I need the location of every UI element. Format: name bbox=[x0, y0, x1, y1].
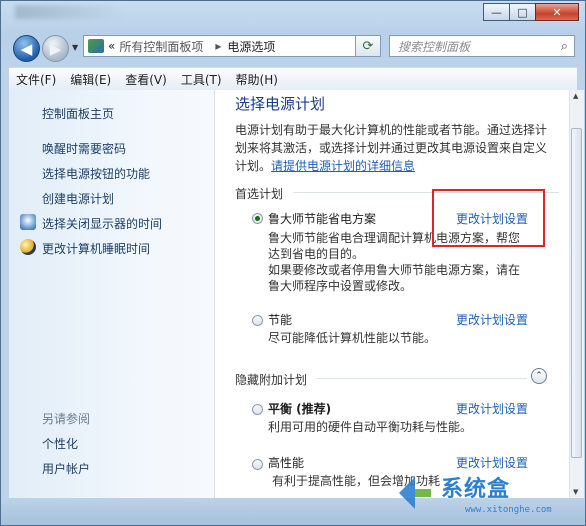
hidden-plans-header: 隐藏附加计划 bbox=[235, 371, 565, 388]
watermark: 系统盒 www.xitonghe.com bbox=[395, 467, 581, 521]
blurred-title bbox=[15, 5, 125, 19]
minimize-button[interactable]: — bbox=[483, 3, 510, 21]
plan-name-balanced: 平衡 (推荐) bbox=[268, 402, 332, 416]
breadcrumb-overflow[interactable]: « bbox=[108, 39, 115, 53]
see-also-heading: 另请参阅 bbox=[42, 412, 91, 426]
search-icon[interactable]: ⌕ bbox=[561, 39, 568, 54]
sidebar-home-link[interactable]: 控制面板主页 bbox=[42, 105, 114, 122]
breadcrumb-arrow-icon[interactable]: ▸ bbox=[215, 39, 221, 53]
group-label: 隐藏附加计划 bbox=[235, 373, 308, 387]
breadcrumb-item-all-items[interactable]: 所有控制面板项 bbox=[119, 38, 203, 55]
refresh-button[interactable]: ⟳ bbox=[355, 35, 381, 57]
history-dropdown-icon[interactable]: ▼ bbox=[72, 43, 78, 52]
back-button[interactable]: ◀ bbox=[13, 35, 40, 62]
address-bar[interactable]: « 所有控制面板项 ▸ 电源选项 ▼ bbox=[83, 35, 381, 57]
navigation-bar: ◀ ▶ ▼ « 所有控制面板项 ▸ 电源选项 ▼ ⟳ 搜索控制面板 ⌕ bbox=[9, 33, 581, 63]
plan-radio-balanced[interactable] bbox=[252, 404, 263, 415]
watermark-url: www.xitonghe.com bbox=[465, 505, 552, 515]
desc-line: 鲁大师程序中设置或修改。 bbox=[268, 279, 413, 293]
sidebar-sleep-time[interactable]: 更改计算机睡眠时间 bbox=[42, 240, 150, 257]
see-also-user-accounts[interactable]: 用户帐户 bbox=[42, 460, 90, 477]
intro-line: 划来将其激活，或选择计划并通过更改其电源设置来自定义 bbox=[235, 141, 548, 155]
search-input[interactable]: 搜索控制面板 ⌕ bbox=[389, 35, 575, 57]
menu-tools[interactable]: 工具(T) bbox=[174, 71, 229, 88]
plan-radio-power-saver[interactable] bbox=[252, 315, 263, 326]
desc-line: 达到省电的目的。 bbox=[268, 247, 365, 261]
menu-view[interactable]: 查看(V) bbox=[118, 71, 174, 88]
plan-desc-balanced: 利用可用的硬件自动平衡功耗与性能。 bbox=[268, 419, 558, 435]
plan-radio-ludashi[interactable] bbox=[252, 213, 263, 224]
caption-buttons: — □ ✕ bbox=[483, 3, 579, 21]
group-label: 首选计划 bbox=[235, 187, 284, 201]
intro-line-prefix: 计划。 bbox=[235, 159, 272, 173]
menu-file[interactable]: 文件(F) bbox=[9, 71, 63, 88]
control-panel-icon bbox=[88, 39, 104, 53]
plan-radio-high-performance[interactable] bbox=[252, 459, 263, 470]
window: — □ ✕ ◀ ▶ ▼ « 所有控制面板项 ▸ 电源选项 ▼ ⟳ 搜索控制面板 … bbox=[0, 0, 586, 526]
plan-details-link[interactable]: 请提供电源计划的详细信息 bbox=[271, 159, 415, 173]
page-title: 选择电源计划 bbox=[235, 95, 326, 113]
collapse-chevron-icon[interactable]: ⌃ bbox=[531, 368, 547, 384]
highlight-annotation-box bbox=[432, 189, 545, 247]
intro-text: 电源计划有助于最大化计算机的性能或者节能。通过选择计 划来将其激活，或选择计划并… bbox=[235, 121, 553, 175]
sidebar-require-password[interactable]: 唤醒时需要密码 bbox=[42, 140, 126, 157]
see-also-personalization[interactable]: 个性化 bbox=[42, 435, 78, 452]
plan-name-ludashi: 鲁大师节能省电方案 bbox=[268, 212, 377, 226]
breadcrumb-item-power-options[interactable]: 电源选项 bbox=[227, 38, 275, 55]
watermark-logo-icon bbox=[399, 477, 431, 509]
main-content: 选择电源计划 电源计划有助于最大化计算机的性能或者节能。通过选择计 划来将其激活… bbox=[215, 90, 569, 498]
sleep-moon-icon bbox=[20, 239, 36, 255]
watermark-text: 系统盒 bbox=[441, 477, 511, 502]
vertical-scrollbar[interactable]: ▲ ▼ bbox=[569, 90, 584, 498]
sidebar: 控制面板主页 唤醒时需要密码 选择电源按钮的功能 创建电源计划 选择关闭显示器的… bbox=[9, 90, 215, 498]
scroll-thumb[interactable] bbox=[571, 128, 582, 458]
forward-button[interactable]: ▶ bbox=[42, 35, 69, 62]
change-settings-link-balanced[interactable]: 更改计划设置 bbox=[456, 400, 528, 417]
plan-name-power-saver: 节能 bbox=[268, 313, 293, 327]
desc-line: 如果要修改或者停用鲁大师节能电源方案，请在 bbox=[268, 263, 521, 277]
breadcrumb-label: 所有控制面板项 bbox=[119, 39, 204, 54]
plan-desc-power-saver: 尽可能降低计算机性能以节能。 bbox=[268, 330, 558, 346]
maximize-button[interactable]: □ bbox=[509, 3, 536, 21]
desc-line: 尽可能降低计算机性能以节能。 bbox=[268, 331, 437, 345]
desc-line: 利用可用的硬件自动平衡功耗与性能。 bbox=[268, 420, 473, 434]
menu-help[interactable]: 帮助(H) bbox=[229, 71, 285, 88]
menu-edit[interactable]: 编辑(E) bbox=[63, 71, 118, 88]
intro-line: 计划。请提供电源计划的详细信息 bbox=[235, 157, 553, 175]
divider bbox=[317, 378, 527, 379]
close-button[interactable]: ✕ bbox=[535, 3, 579, 21]
title-bar: — □ ✕ bbox=[1, 1, 585, 29]
intro-line: 电源计划有助于最大化计算机的性能或者节能。通过选择计 bbox=[235, 123, 548, 137]
monitor-icon bbox=[20, 214, 36, 230]
refresh-icon: ⟳ bbox=[362, 38, 374, 54]
menu-bar: 文件(F) 编辑(E) 查看(V) 工具(T) 帮助(H) bbox=[9, 67, 577, 91]
plan-name-high-performance: 高性能 bbox=[268, 456, 305, 470]
sidebar-display-off-time[interactable]: 选择关闭显示器的时间 bbox=[42, 215, 162, 232]
search-placeholder: 搜索控制面板 bbox=[398, 39, 471, 54]
sidebar-create-plan[interactable]: 创建电源计划 bbox=[42, 190, 114, 207]
scroll-up-icon[interactable]: ▲ bbox=[573, 92, 578, 100]
change-settings-link-power-saver[interactable]: 更改计划设置 bbox=[456, 311, 528, 328]
sidebar-power-button-function[interactable]: 选择电源按钮的功能 bbox=[42, 165, 150, 182]
